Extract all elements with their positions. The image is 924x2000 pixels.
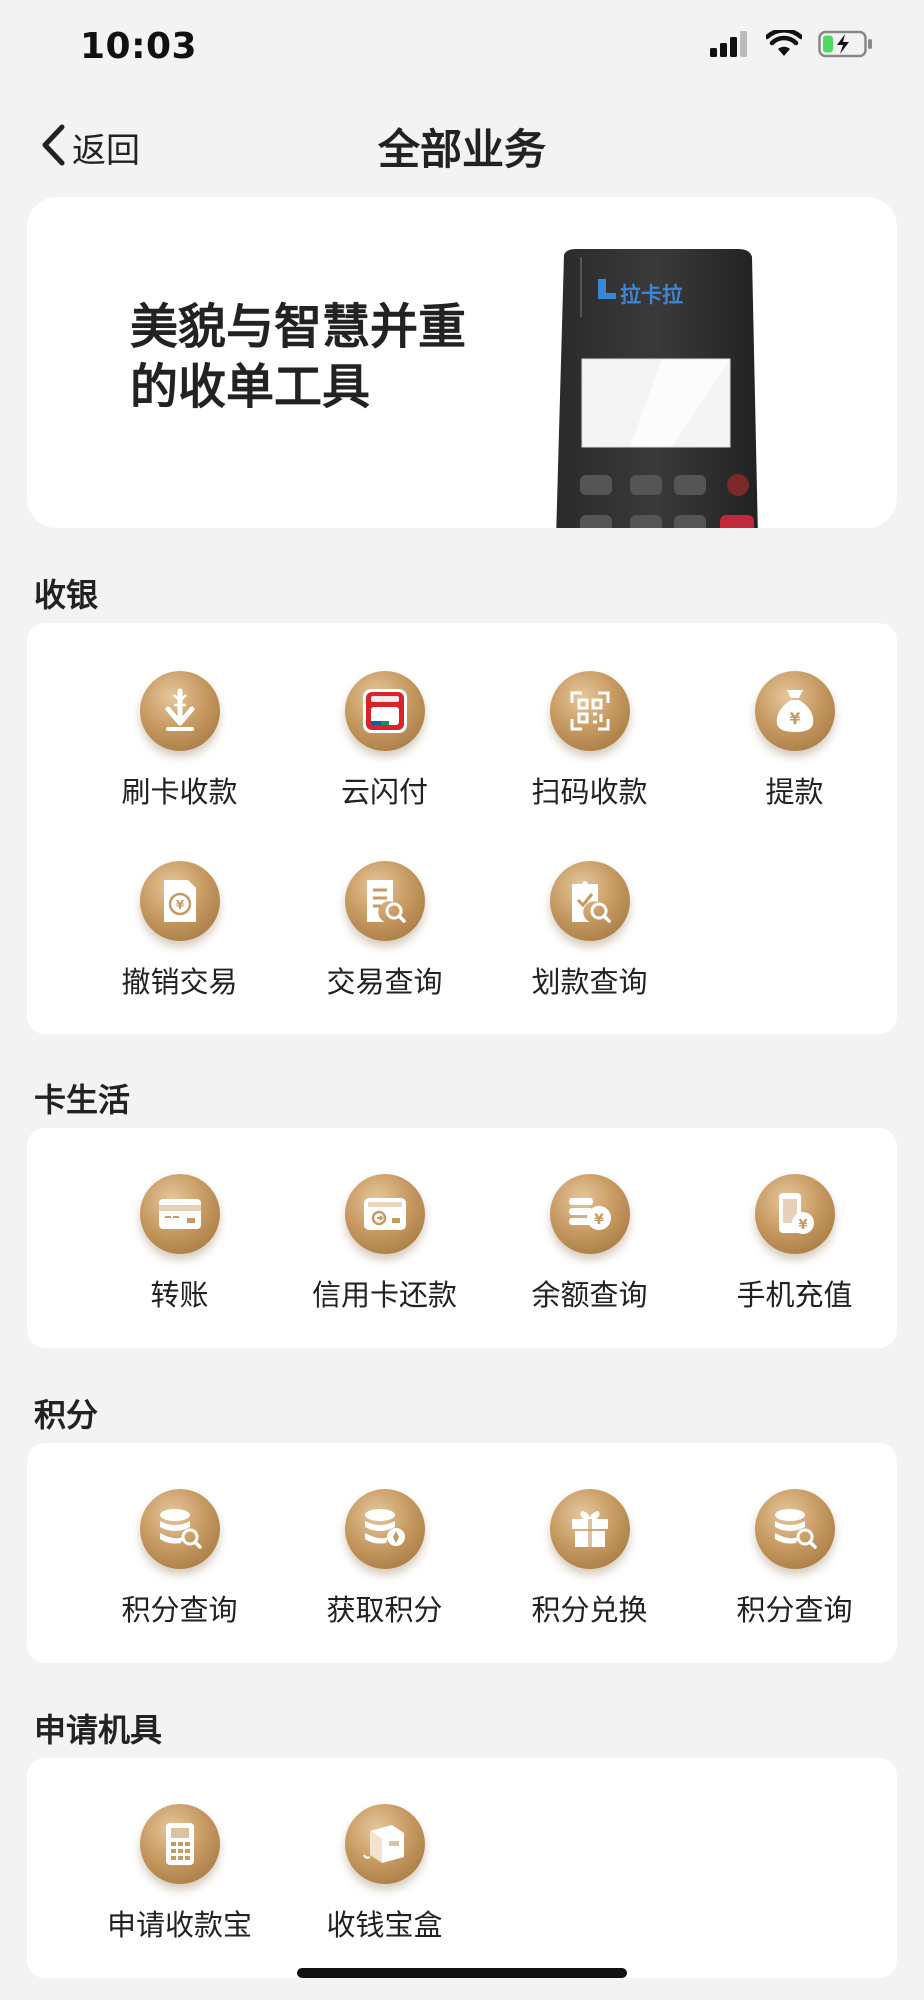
service-qr-scan[interactable]: 扫码收款 [487, 671, 692, 821]
item-label: 转账 [150, 1278, 209, 1312]
item-label: 积分查询 [121, 1593, 238, 1627]
card-payment-icon [139, 671, 220, 751]
item-label: 交易查询 [326, 965, 443, 999]
section-title-cashier: 收银 [34, 576, 99, 614]
status-time: 10:03 [80, 26, 198, 67]
wifi-icon [764, 28, 804, 62]
section-title-points: 积分 [34, 1396, 99, 1434]
service-balance-query[interactable]: ¥ 余额查询 [487, 1174, 692, 1324]
nav-bar: 返回 全部业务 [0, 100, 924, 196]
banner-headline-line-2: 的收单工具 [130, 359, 371, 415]
item-label: 提款 [765, 775, 824, 809]
points-search-icon [754, 1489, 835, 1569]
service-unionpay[interactable]: 云闪付 [282, 671, 487, 821]
transfer-card-icon [139, 1174, 220, 1254]
item-label: 收钱宝盒 [326, 1908, 443, 1942]
points-card: 积分查询 获取积分 积分兑换 积分查询 [27, 1443, 897, 1663]
pos-device-image: 拉卡拉 [552, 249, 762, 528]
item-label: 积分兑换 [531, 1593, 648, 1627]
points-search-icon [139, 1489, 220, 1569]
item-label: 手机充值 [736, 1278, 853, 1312]
money-bag-icon: ¥ [754, 671, 835, 751]
balance-query-icon: ¥ [549, 1174, 630, 1254]
service-credit-card-repay[interactable]: 信用卡还款 [282, 1174, 487, 1324]
home-indicator[interactable] [297, 1968, 627, 1978]
svg-text:¥: ¥ [175, 898, 184, 912]
service-mobile-recharge[interactable]: ¥ 手机充值 [692, 1174, 897, 1324]
item-label: 积分查询 [736, 1593, 853, 1627]
mobile-recharge-icon: ¥ [754, 1174, 835, 1254]
section-title-card-life: 卡生活 [34, 1081, 131, 1119]
revoke-transaction-icon: ¥ [139, 861, 220, 941]
item-label: 撤销交易 [121, 965, 238, 999]
status-icons [710, 28, 874, 62]
card-life-card: 转账 信用卡还款 ¥ 余额查询 ¥ 手机充值 [27, 1128, 897, 1348]
item-label: 余额查询 [531, 1278, 648, 1312]
service-revoke-transaction[interactable]: ¥ 撤销交易 [77, 861, 282, 1011]
service-transaction-search[interactable]: 交易查询 [282, 861, 487, 1011]
battery-charging-icon [818, 30, 874, 62]
banner-headline: 美貌与智慧并重 的收单工具 [130, 297, 530, 417]
service-apply-pos[interactable]: 申请收款宝 [77, 1804, 282, 1954]
cellular-signal-icon [710, 31, 750, 61]
pos-terminal-icon [139, 1804, 220, 1884]
page-title: 全部业务 [377, 125, 546, 174]
payment-box-icon [344, 1804, 425, 1884]
cashier-card: 刷卡收款 云闪付 扫码收款 ¥ 提款 ¥ 撤销交易 交易查询 划款查询 [27, 623, 897, 1034]
service-payment-box[interactable]: 收钱宝盒 [282, 1804, 487, 1954]
item-label: 云闪付 [340, 775, 428, 809]
service-withdraw[interactable]: ¥ 提款 [692, 671, 897, 821]
unionpay-quickpass-icon [344, 671, 425, 751]
credit-card-repay-icon [344, 1174, 425, 1254]
section-title-apply-device: 申请机具 [34, 1711, 163, 1749]
points-earn-icon [344, 1489, 425, 1569]
svg-text:¥: ¥ [798, 1218, 807, 1233]
item-label: 刷卡收款 [121, 775, 238, 809]
gift-box-icon [549, 1489, 630, 1569]
item-label: 信用卡还款 [311, 1278, 457, 1312]
service-transfer-search[interactable]: 划款查询 [487, 861, 692, 1011]
pos-brand-label: 拉卡拉 [620, 283, 683, 307]
banner-headline-line-1: 美貌与智慧并重 [130, 299, 467, 355]
item-label: 申请收款宝 [106, 1908, 252, 1942]
service-transfer[interactable]: 转账 [77, 1174, 282, 1324]
item-label: 获取积分 [326, 1593, 443, 1627]
service-points-query[interactable]: 积分查询 [77, 1489, 282, 1639]
svg-text:¥: ¥ [789, 709, 800, 728]
transaction-search-icon [344, 861, 425, 941]
service-points-earn[interactable]: 获取积分 [282, 1489, 487, 1639]
promo-banner[interactable]: 美貌与智慧并重 的收单工具 拉卡拉 [27, 197, 897, 528]
service-points-query-2[interactable]: 积分查询 [692, 1489, 897, 1639]
svg-text:¥: ¥ [594, 1212, 604, 1228]
service-card-payment[interactable]: 刷卡收款 [77, 671, 282, 821]
transfer-search-icon [549, 861, 630, 941]
status-bar: 10:03 [0, 0, 924, 100]
item-label: 扫码收款 [531, 775, 648, 809]
item-label: 划款查询 [531, 965, 648, 999]
qr-scan-icon [549, 671, 630, 751]
apply-device-card: 申请收款宝 收钱宝盒 [27, 1758, 897, 1978]
service-points-exchange[interactable]: 积分兑换 [487, 1489, 692, 1639]
